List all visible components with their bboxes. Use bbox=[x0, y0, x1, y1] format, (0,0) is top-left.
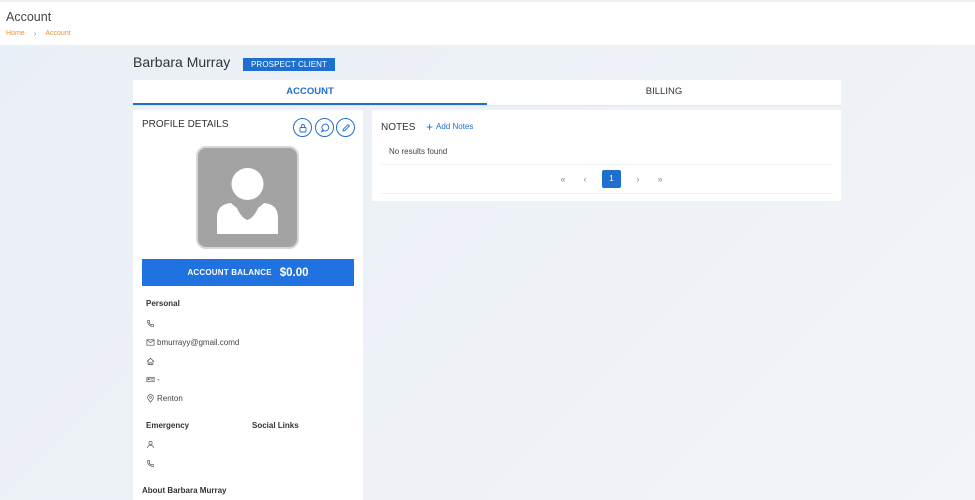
previous-page-icon[interactable]: ‹ bbox=[580, 174, 590, 184]
chat-button[interactable] bbox=[315, 118, 334, 137]
breadcrumb-account[interactable]: Account bbox=[45, 30, 70, 37]
client-name: Barbara Murray bbox=[133, 54, 231, 70]
tab-billing[interactable]: BILLING bbox=[487, 80, 841, 105]
home-row bbox=[146, 355, 157, 367]
add-notes-label: Add Notes bbox=[436, 122, 474, 131]
notes-title: NOTES bbox=[381, 122, 416, 133]
emergency-contact-row bbox=[146, 438, 155, 450]
person-icon bbox=[147, 440, 154, 448]
emergency-heading: Emergency bbox=[146, 421, 190, 430]
profile-title: PROFILE DETAILS bbox=[142, 119, 229, 130]
id-value: - bbox=[157, 374, 160, 384]
account-balance-banner: ACCOUNT BALANCE $0.00 bbox=[142, 259, 354, 286]
divider bbox=[381, 164, 832, 165]
location-row: Renton bbox=[146, 392, 183, 404]
phone-row bbox=[146, 317, 157, 329]
status-badge: PROSPECT CLIENT bbox=[243, 58, 336, 71]
email-icon bbox=[146, 338, 155, 346]
user-avatar-icon bbox=[217, 168, 278, 234]
next-page-icon[interactable]: › bbox=[633, 174, 643, 184]
top-header: Account Home › Account bbox=[0, 0, 975, 45]
location-value: Renton bbox=[157, 393, 183, 403]
email-value: bmurrayy@gmail.comd bbox=[157, 337, 240, 347]
lock-button[interactable] bbox=[293, 118, 312, 137]
notes-card: NOTES + Add Notes No results found « ‹ 1… bbox=[372, 110, 841, 201]
page-title: Account bbox=[6, 10, 52, 24]
pagination: « ‹ 1 › » bbox=[558, 170, 665, 188]
breadcrumb-separator-icon: › bbox=[33, 29, 37, 38]
chat-icon bbox=[320, 123, 329, 133]
id-row: - bbox=[146, 373, 160, 385]
tab-account[interactable]: ACCOUNT bbox=[133, 80, 487, 105]
about-heading: About Barbara Murray bbox=[142, 486, 227, 495]
emergency-phone-row bbox=[146, 457, 155, 469]
edit-icon bbox=[341, 123, 350, 132]
breadcrumb-home[interactable]: Home bbox=[6, 30, 25, 37]
page-button-current[interactable]: 1 bbox=[602, 170, 621, 188]
personal-heading: Personal bbox=[146, 299, 180, 308]
tab-bar: ACCOUNT BILLING bbox=[133, 80, 841, 106]
profile-card: PROFILE DETAILS ACCOUNT BALANCE $0.00 Pe… bbox=[133, 110, 363, 500]
phone-icon bbox=[147, 319, 154, 327]
social-links-heading: Social Links bbox=[252, 421, 299, 430]
divider bbox=[381, 193, 832, 194]
avatar bbox=[196, 146, 299, 249]
email-row: bmurrayy@gmail.comd bbox=[146, 336, 239, 348]
plus-icon: + bbox=[426, 119, 434, 134]
first-page-icon[interactable]: « bbox=[558, 174, 568, 184]
home-icon bbox=[146, 357, 155, 365]
balance-label: ACCOUNT BALANCE bbox=[187, 268, 272, 277]
lock-icon bbox=[299, 123, 306, 132]
id-card-icon bbox=[146, 376, 155, 382]
last-page-icon[interactable]: » bbox=[655, 174, 665, 184]
add-notes-button[interactable]: + Add Notes bbox=[426, 119, 474, 134]
empty-state-text: No results found bbox=[389, 147, 448, 156]
edit-button[interactable] bbox=[336, 118, 355, 137]
phone-icon bbox=[147, 459, 154, 467]
balance-value: $0.00 bbox=[279, 266, 309, 279]
breadcrumb: Home › Account bbox=[6, 29, 71, 38]
location-pin-icon bbox=[147, 393, 154, 403]
